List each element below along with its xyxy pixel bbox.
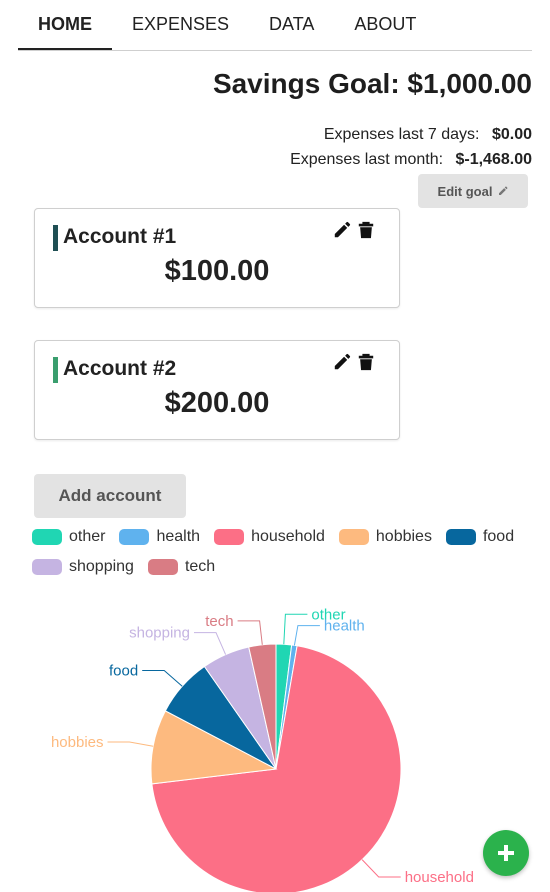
legend-label: household xyxy=(251,528,325,545)
legend-item-hobbies[interactable]: hobbies xyxy=(338,528,432,546)
account-color-bar xyxy=(53,225,58,251)
legend-label: tech xyxy=(184,558,216,575)
legend-label: shopping xyxy=(69,558,134,575)
legend-label: food xyxy=(482,528,515,545)
legend-item-other[interactable]: other xyxy=(32,528,105,546)
legend-label: hobbies xyxy=(375,528,432,545)
account-amount: $100.00 xyxy=(164,255,270,287)
pie-leader-line xyxy=(293,625,320,646)
legend-row: shopping tech xyxy=(32,552,532,582)
tab-home[interactable]: HOME xyxy=(18,0,112,50)
plus-icon xyxy=(498,845,514,861)
legend-swatch xyxy=(445,529,476,545)
nav-tabs: HOME EXPENSES DATA ABOUT xyxy=(18,0,532,51)
pie-leader-line xyxy=(142,670,183,687)
legend-label: health xyxy=(156,528,201,545)
pie-label-food: food xyxy=(109,663,138,680)
legend-swatch xyxy=(338,529,369,545)
legend-swatch xyxy=(147,559,178,575)
account-amount: $200.00 xyxy=(164,387,270,419)
account-actions xyxy=(333,353,375,371)
legend-item-shopping[interactable]: shopping xyxy=(32,558,134,576)
pie-label-hobbies: hobbies xyxy=(51,734,104,751)
add-fab-button[interactable] xyxy=(483,830,529,876)
legend-swatch xyxy=(32,559,62,575)
legend-item-health[interactable]: health xyxy=(119,528,200,546)
expenses-month-label: Expenses last month: xyxy=(290,151,444,168)
pie-label-shopping: shopping xyxy=(129,625,190,642)
pie-leader-line xyxy=(107,741,154,747)
expenses-month-value: $-1,468.00 xyxy=(455,151,532,168)
pie-label-household: household xyxy=(405,869,474,886)
chart-legend: other health household hobbies food shop… xyxy=(32,522,532,582)
tab-expenses[interactable]: EXPENSES xyxy=(112,0,249,48)
pie-label-tech: tech xyxy=(205,613,233,630)
legend-swatch xyxy=(214,529,245,545)
legend-item-food[interactable]: food xyxy=(445,528,515,546)
legend-item-household[interactable]: household xyxy=(214,528,325,546)
expenses-last-7-days: Expenses last 7 days: $0.00 xyxy=(324,126,532,144)
trash-icon[interactable] xyxy=(357,353,375,371)
expenses-7-value: $0.00 xyxy=(491,126,532,143)
edit-goal-button[interactable]: Edit goal xyxy=(418,174,528,208)
tab-about[interactable]: ABOUT xyxy=(334,0,436,48)
expenses-7-label: Expenses last 7 days: xyxy=(323,126,480,143)
pie-leader-line xyxy=(237,620,263,645)
edit-goal-label: Edit goal xyxy=(437,183,493,199)
savings-goal-title: Savings Goal: $1,000.00 xyxy=(212,68,532,99)
pencil-icon xyxy=(499,186,508,195)
expenses-last-month: Expenses last month: $-1,468.00 xyxy=(290,151,532,169)
pie-label-health: health xyxy=(324,618,365,635)
legend-swatch xyxy=(119,529,150,545)
add-account-button[interactable]: Add account xyxy=(34,474,186,518)
edit-pencil-icon[interactable] xyxy=(333,353,351,371)
account-name: Account #2 xyxy=(63,357,177,380)
account-card: Account #1 $100.00 xyxy=(34,208,400,308)
legend-item-tech[interactable]: tech xyxy=(147,558,216,576)
legend-row: other health household hobbies food xyxy=(32,522,532,552)
account-color-bar xyxy=(53,357,58,383)
account-actions xyxy=(333,221,375,239)
pie-leader-line xyxy=(194,632,227,655)
trash-icon[interactable] xyxy=(357,221,375,239)
tab-data[interactable]: DATA xyxy=(249,0,334,48)
expenses-pie-chart: otherhealthhouseholdhobbiesfoodshoppingt… xyxy=(51,606,474,892)
legend-label: other xyxy=(69,528,106,545)
account-card: Account #2 $200.00 xyxy=(34,340,400,440)
pie-leader-line xyxy=(361,859,401,878)
edit-pencil-icon[interactable] xyxy=(333,221,351,239)
account-name: Account #1 xyxy=(63,225,177,248)
legend-swatch xyxy=(32,529,62,545)
